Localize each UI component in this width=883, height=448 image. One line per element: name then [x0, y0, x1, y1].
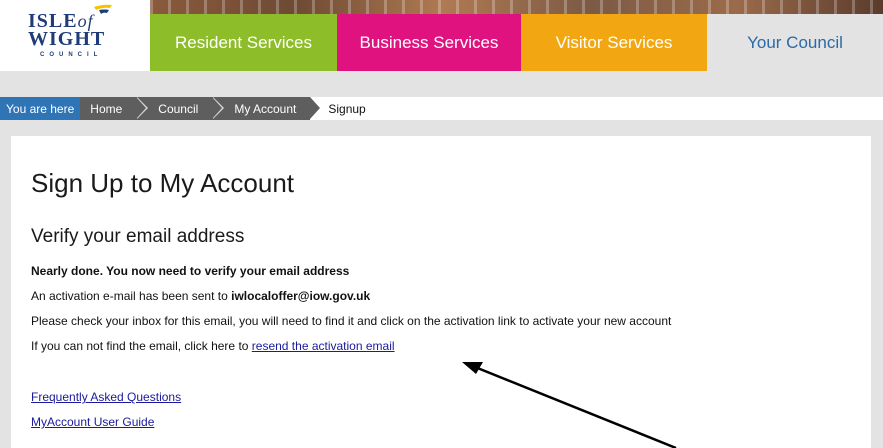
faq-link[interactable]: Frequently Asked Questions [31, 390, 181, 404]
user-guide-link[interactable]: MyAccount User Guide [31, 415, 154, 429]
check-inbox-text: Please check your inbox for this email, … [31, 314, 672, 328]
activation-sent-prefix: An activation e-mail has been sent to [31, 289, 232, 303]
tab-visitor-services[interactable]: Visitor Services [521, 14, 707, 71]
breadcrumb-my-account-label: My Account [234, 101, 297, 116]
breadcrumb-prefix: You are here [0, 97, 81, 120]
main-nav: Resident Services Business Services Visi… [150, 14, 883, 71]
breadcrumb: You are here Home Council My Account Sig… [0, 97, 883, 120]
breadcrumb-separator [213, 97, 225, 119]
resend-activation-link[interactable]: resend the activation email [252, 339, 395, 353]
site-header: ISLEof WIGHT COUNCIL Resident Services B… [0, 0, 883, 71]
page-title: Sign Up to My Account [31, 168, 295, 198]
breadcrumb-my-account[interactable]: My Account [212, 97, 321, 120]
header-photo [150, 0, 883, 14]
logo-text-line2: WIGHT [28, 28, 106, 50]
resend-instruction-text: If you can not find the email, click her… [31, 339, 395, 353]
tab-your-council[interactable]: Your Council [707, 14, 883, 71]
resend-prefix: If you can not find the email, click her… [31, 339, 252, 353]
logo-text-line3: COUNCIL [40, 52, 103, 58]
breadcrumb-home[interactable]: Home [80, 97, 149, 120]
logo-swoosh-icon [94, 4, 112, 14]
section-subtitle: Verify your email address [31, 226, 245, 247]
isle-of-wight-logo[interactable]: ISLEof WIGHT COUNCIL [0, 0, 150, 71]
activation-sent-text: An activation e-mail has been sent to iw… [31, 289, 370, 303]
main-content: Sign Up to My Account Verify your email … [11, 136, 871, 448]
nearly-done-text: Nearly done. You now need to verify your… [31, 264, 350, 278]
breadcrumb-separator [137, 97, 149, 119]
tab-business-services[interactable]: Business Services [337, 14, 521, 71]
breadcrumb-home-label: Home [90, 101, 123, 116]
breadcrumb-council-label: Council [158, 101, 199, 116]
activation-email-address: iwlocaloffer@iow.gov.uk [231, 289, 371, 303]
tab-resident-services[interactable]: Resident Services [150, 14, 337, 71]
